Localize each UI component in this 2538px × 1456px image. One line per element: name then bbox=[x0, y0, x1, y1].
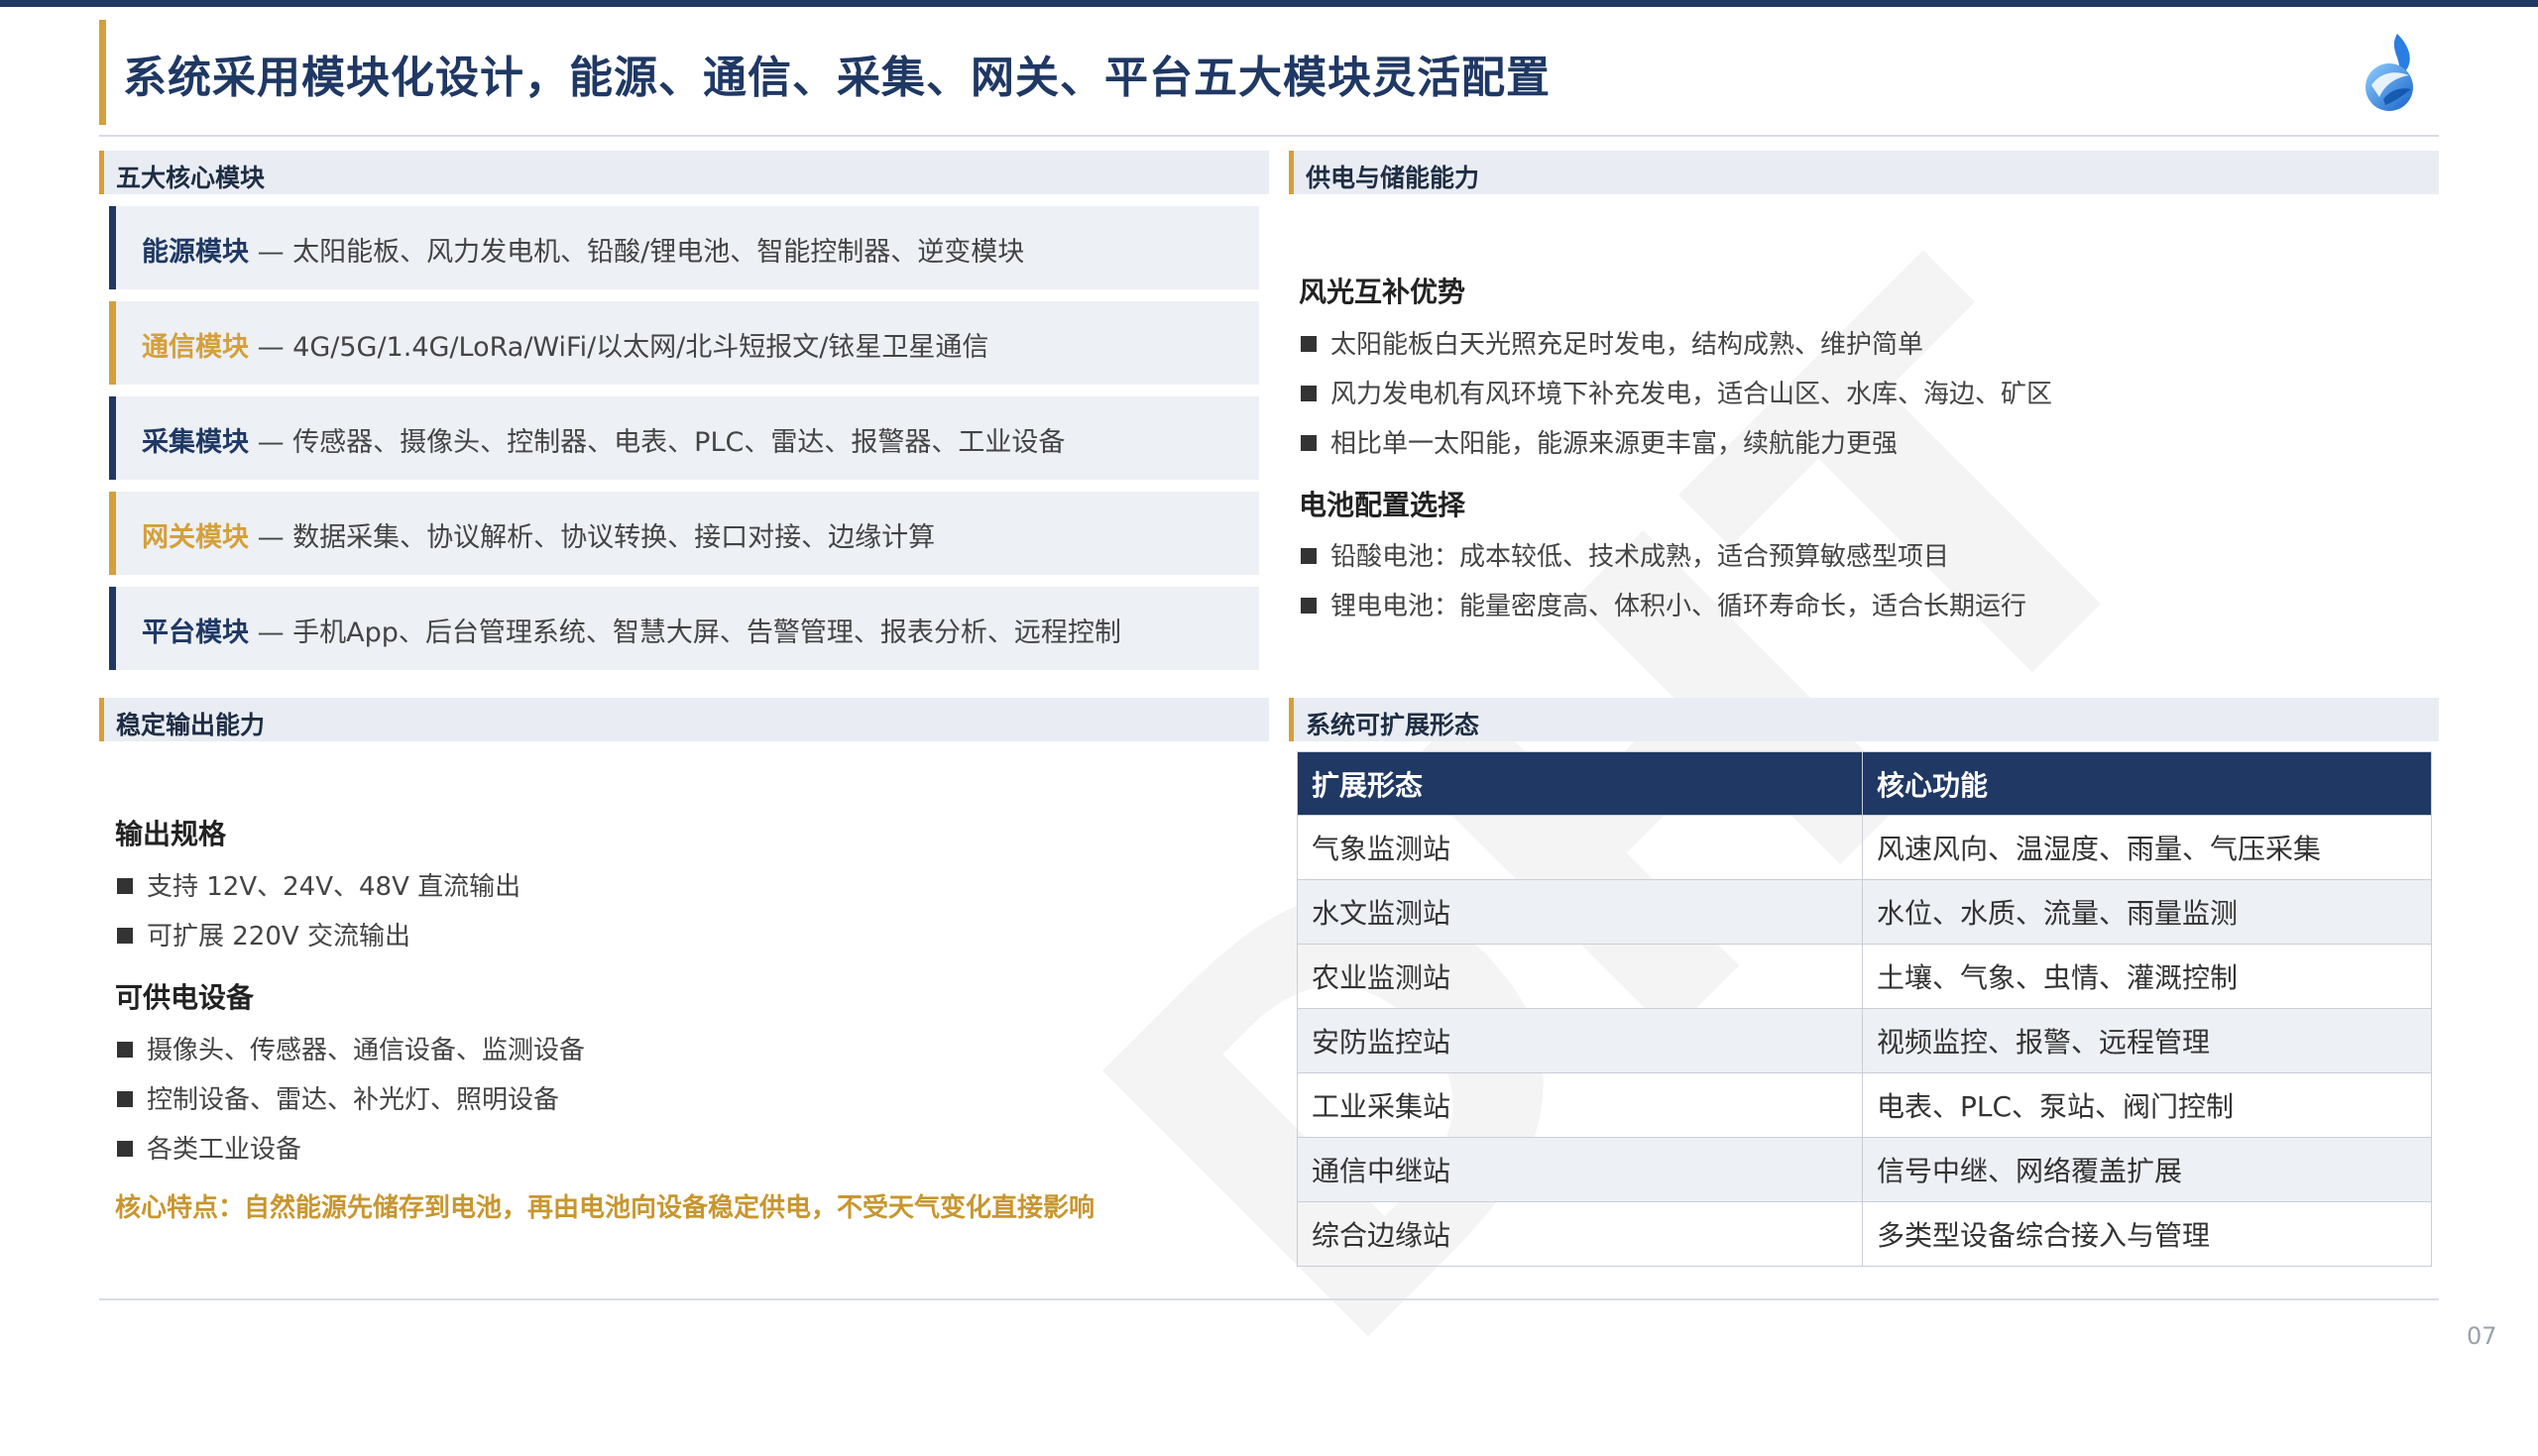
section-title: 稳定输出能力 bbox=[116, 711, 266, 739]
table-cell: 电表、PLC、泵站、阀门控制 bbox=[1862, 1072, 2432, 1138]
square-bullet-icon bbox=[117, 928, 133, 944]
footer-divider bbox=[99, 1298, 2439, 1300]
table-cell: 工业采集站 bbox=[1297, 1072, 1863, 1138]
top-accent-bar bbox=[0, 0, 2538, 7]
table-cell: 视频监控、报警、远程管理 bbox=[1862, 1008, 2432, 1073]
section-title: 系统可扩展形态 bbox=[1306, 711, 1480, 739]
table-cell: 土壤、气象、虫情、灌溉控制 bbox=[1862, 944, 2432, 1009]
square-bullet-icon bbox=[1301, 336, 1317, 352]
square-bullet-icon bbox=[117, 1042, 133, 1058]
square-bullet-icon bbox=[117, 878, 133, 894]
module-desc: — 数据采集、协议解析、协议转换、接口对接、边缘计算 bbox=[249, 522, 936, 553]
module-desc: — 太阳能板、风力发电机、铅酸/锂电池、智能控制器、逆变模块 bbox=[249, 237, 1025, 268]
column-header: 扩展形态 bbox=[1297, 751, 1863, 816]
module-desc: — 传感器、摄像头、控制器、电表、PLC、雷达、报警器、工业设备 bbox=[249, 427, 1066, 458]
table-cell: 气象监测站 bbox=[1297, 815, 1863, 880]
bullet-item: 风力发电机有风环境下补充发电，适合山区、水库、海边、矿区 bbox=[1301, 374, 2052, 410]
section-title: 供电与储能能力 bbox=[1306, 164, 1480, 192]
table-cell: 水文监测站 bbox=[1297, 879, 1863, 945]
key-feature-note: 核心特点：自然能源先储存到电池，再由电池向设备稳定供电，不受天气变化直接影响 bbox=[115, 1193, 1096, 1223]
square-bullet-icon bbox=[117, 1091, 133, 1107]
table-row: 通信中继站 信号中继、网络覆盖扩展 bbox=[1297, 1137, 2432, 1202]
table-cell: 安防监控站 bbox=[1297, 1008, 1863, 1073]
module-card-gateway: 网关模块 — 数据采集、协议解析、协议转换、接口对接、边缘计算 bbox=[109, 492, 1259, 575]
square-bullet-icon bbox=[1301, 386, 1317, 401]
module-name: 通信模块 bbox=[142, 332, 249, 363]
subheading-wind-solar: 风光互补优势 bbox=[1299, 276, 1466, 308]
bullet-item: 各类工业设备 bbox=[117, 1129, 301, 1166]
module-name: 网关模块 bbox=[142, 522, 249, 553]
table-row: 气象监测站 风速风向、温湿度、雨量、气压采集 bbox=[1297, 815, 2432, 880]
module-card-platform: 平台模块 — 手机App、后台管理系统、智慧大屏、告警管理、报表分析、远程控制 bbox=[109, 587, 1259, 670]
module-name: 能源模块 bbox=[142, 237, 249, 268]
section-header-core-modules: 五大核心模块 bbox=[99, 151, 1269, 194]
module-name: 采集模块 bbox=[142, 427, 249, 458]
page-title: 系统采用模块化设计，能源、通信、采集、网关、平台五大模块灵活配置 bbox=[123, 53, 1551, 103]
table-cell: 多类型设备综合接入与管理 bbox=[1862, 1201, 2432, 1267]
square-bullet-icon bbox=[1301, 435, 1317, 451]
extension-table: 扩展形态 核心功能 气象监测站 风速风向、温湿度、雨量、气压采集 水文监测站 水位、… bbox=[1297, 751, 2432, 1267]
page-number: 07 bbox=[2467, 1322, 2497, 1350]
module-desc: — 手机App、后台管理系统、智慧大屏、告警管理、报表分析、远程控制 bbox=[249, 617, 1121, 648]
bullet-item: 锂电电池：能量密度高、体积小、循环寿命长，适合长期运行 bbox=[1301, 586, 2026, 622]
table-cell: 风速风向、温湿度、雨量、气压采集 bbox=[1862, 815, 2432, 880]
bullet-item: 摄像头、传感器、通信设备、监测设备 bbox=[117, 1030, 585, 1066]
table-header-row: 扩展形态 核心功能 bbox=[1297, 751, 2432, 816]
square-bullet-icon bbox=[117, 1141, 133, 1157]
bullet-item: 控制设备、雷达、补光灯、照明设备 bbox=[117, 1079, 559, 1116]
table-row: 安防监控站 视频监控、报警、远程管理 bbox=[1297, 1008, 2432, 1073]
table-cell: 综合边缘站 bbox=[1297, 1201, 1863, 1267]
table-cell: 信号中继、网络覆盖扩展 bbox=[1862, 1137, 2432, 1202]
bullet-item: 相比单一太阳能，能源来源更丰富，续航能力更强 bbox=[1301, 423, 1898, 460]
subheading-powered-devices: 可供电设备 bbox=[115, 981, 255, 1014]
module-card-communication: 通信模块 — 4G/5G/1.4G/LoRa/WiFi/以太网/北斗短报文/铱星… bbox=[109, 301, 1259, 385]
bullet-item: 太阳能板白天光照充足时发电，结构成熟、维护简单 bbox=[1301, 324, 1923, 361]
title-accent-bar bbox=[99, 20, 106, 125]
column-header: 核心功能 bbox=[1862, 751, 2432, 816]
section-header-power-storage: 供电与储能能力 bbox=[1289, 151, 2439, 194]
bullet-item: 可扩展 220V 交流输出 bbox=[117, 916, 410, 952]
table-cell: 水位、水质、流量、雨量监测 bbox=[1862, 879, 2432, 945]
table-cell: 农业监测站 bbox=[1297, 944, 1863, 1009]
module-desc: — 4G/5G/1.4G/LoRa/WiFi/以太网/北斗短报文/铱星卫星通信 bbox=[249, 332, 989, 363]
module-card-acquisition: 采集模块 — 传感器、摄像头、控制器、电表、PLC、雷达、报警器、工业设备 bbox=[109, 396, 1259, 480]
subheading-output-spec: 输出规格 bbox=[115, 818, 227, 850]
title-divider bbox=[99, 135, 2439, 137]
blue-flame-logo-icon bbox=[2358, 30, 2423, 115]
section-header-stable-output: 稳定输出能力 bbox=[99, 698, 1269, 741]
square-bullet-icon bbox=[1301, 598, 1317, 614]
table-row: 综合边缘站 多类型设备综合接入与管理 bbox=[1297, 1201, 2432, 1267]
module-card-energy: 能源模块 — 太阳能板、风力发电机、铅酸/锂电池、智能控制器、逆变模块 bbox=[109, 206, 1259, 289]
table-row: 农业监测站 土壤、气象、虫情、灌溉控制 bbox=[1297, 944, 2432, 1009]
subheading-battery: 电池配置选择 bbox=[1299, 489, 1466, 521]
table-row: 水文监测站 水位、水质、流量、雨量监测 bbox=[1297, 879, 2432, 945]
module-name: 平台模块 bbox=[142, 617, 249, 648]
table-cell: 通信中继站 bbox=[1297, 1137, 1863, 1202]
table-row: 工业采集站 电表、PLC、泵站、阀门控制 bbox=[1297, 1072, 2432, 1138]
section-title: 五大核心模块 bbox=[116, 164, 266, 192]
bullet-item: 铅酸电池：成本较低、技术成熟，适合预算敏感型项目 bbox=[1301, 536, 1949, 573]
section-header-extension: 系统可扩展形态 bbox=[1289, 698, 2439, 741]
bullet-item: 支持 12V、24V、48V 直流输出 bbox=[117, 866, 520, 903]
square-bullet-icon bbox=[1301, 548, 1317, 564]
